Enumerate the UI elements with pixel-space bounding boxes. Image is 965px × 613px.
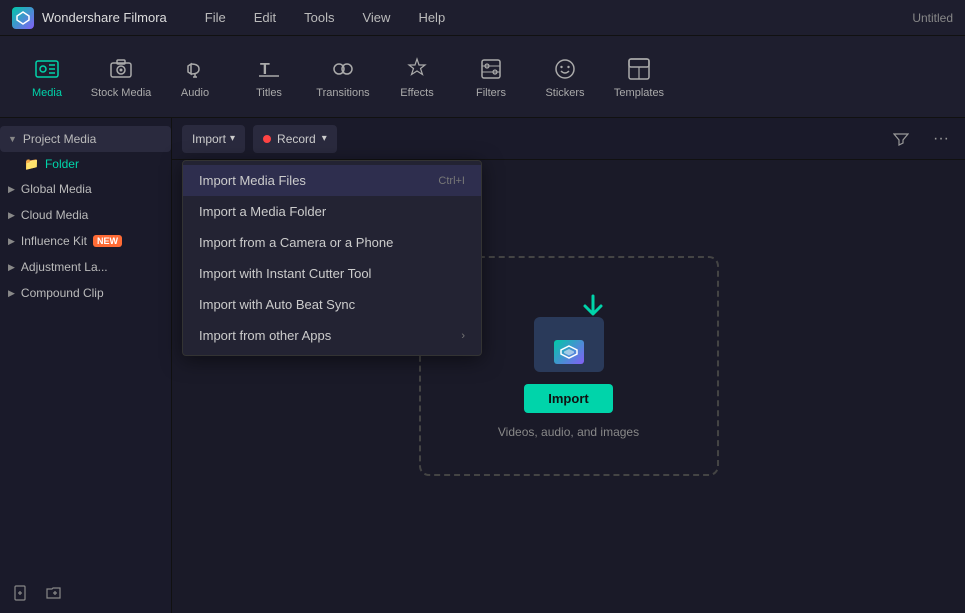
templates-icon	[625, 55, 653, 83]
adjustment-layer-label: Adjustment La...	[21, 260, 108, 274]
global-media-label: Global Media	[21, 182, 92, 196]
chevron-right-icon5: ▶	[8, 288, 15, 299]
import-button[interactable]: Import ▾	[182, 125, 245, 153]
menu-file[interactable]: File	[195, 6, 236, 29]
drop-description: Videos, audio, and images	[498, 425, 639, 439]
chevron-right-icon4: ▶	[8, 262, 15, 273]
toolbar-audio-label: Audio	[181, 87, 209, 99]
titles-icon: T	[255, 55, 283, 83]
stock-media-icon	[107, 55, 135, 83]
sidebar-item-adjustment-layer[interactable]: ▶ Adjustment La...	[0, 254, 171, 280]
filter-button[interactable]	[887, 125, 915, 153]
stickers-icon	[551, 55, 579, 83]
sidebar-item-cloud-media[interactable]: ▶ Cloud Media	[0, 202, 171, 228]
compound-clip-label: Compound Clip	[21, 286, 104, 300]
sidebar-item-folder[interactable]: 📁 Folder	[0, 152, 171, 176]
cloud-media-label: Cloud Media	[21, 208, 88, 222]
record-button[interactable]: Record ▾	[253, 125, 337, 153]
toolbar-titles-label: Titles	[256, 87, 282, 99]
toolbar: Media Stock Media Audio T	[0, 36, 965, 118]
import-menu-item-camera[interactable]: Import from a Camera or a Phone	[183, 227, 481, 258]
import-dropdown-menu: Import Media Files Ctrl+I Import a Media…	[182, 160, 482, 356]
media-icon	[33, 55, 61, 83]
toolbar-effects-label: Effects	[400, 87, 433, 99]
sidebar-item-global-media[interactable]: ▶ Global Media	[0, 176, 171, 202]
folder-label: Folder	[45, 157, 79, 171]
import-label: Import	[192, 132, 226, 146]
main-area: ▼ Project Media 📁 Folder ▶ Global Media …	[0, 118, 965, 613]
filters-icon	[477, 55, 505, 83]
sidebar-item-influence-kit[interactable]: ▶ Influence Kit NEW	[0, 228, 171, 254]
toolbar-stickers-label: Stickers	[545, 87, 584, 99]
toolbar-stock-media-label: Stock Media	[91, 87, 152, 99]
record-label: Record	[277, 132, 316, 146]
toolbar-media[interactable]: Media	[10, 42, 84, 112]
menu-view[interactable]: View	[352, 6, 400, 29]
import-files-label: Import Media Files	[199, 173, 306, 188]
chevron-right-icon: ▶	[8, 184, 15, 195]
toolbar-stock-media[interactable]: Stock Media	[84, 42, 158, 112]
import-files-shortcut: Ctrl+I	[438, 175, 465, 187]
import-menu-item-instant[interactable]: Import with Instant Cutter Tool	[183, 258, 481, 289]
record-dropdown-icon: ▾	[322, 133, 327, 144]
drop-icon-container	[529, 292, 609, 372]
add-file-button[interactable]	[10, 581, 34, 605]
record-dot-icon	[263, 135, 271, 143]
app-name-label: Wondershare Filmora	[42, 10, 167, 25]
toolbar-filters-label: Filters	[476, 87, 506, 99]
import-center-button[interactable]: Import	[524, 384, 612, 413]
import-instant-label: Import with Instant Cutter Tool	[199, 266, 371, 281]
toolbar-transitions-label: Transitions	[316, 87, 369, 99]
new-badge: NEW	[93, 235, 122, 247]
import-menu-item-folder[interactable]: Import a Media Folder	[183, 196, 481, 227]
import-menu-item-files[interactable]: Import Media Files Ctrl+I	[183, 165, 481, 196]
title-bar: Wondershare Filmora File Edit Tools View…	[0, 0, 965, 36]
content-area: Import ▾ Record ▾ ··· Import Media Files…	[172, 118, 965, 613]
project-media-label: Project Media	[23, 132, 96, 146]
more-options-button[interactable]: ···	[927, 125, 955, 153]
import-other-apps-label: Import from other Apps	[199, 328, 331, 343]
sidebar: ▼ Project Media 📁 Folder ▶ Global Media …	[0, 118, 172, 613]
chevron-down-icon: ▼	[8, 134, 17, 144]
download-arrow-icon	[577, 292, 609, 331]
toolbar-templates-label: Templates	[614, 87, 664, 99]
import-dropdown-icon: ▾	[230, 133, 235, 144]
import-bar: Import ▾ Record ▾ ···	[172, 118, 965, 160]
menu-edit[interactable]: Edit	[244, 6, 286, 29]
window-title: Untitled	[912, 11, 953, 25]
filmora-small-icon	[554, 340, 584, 364]
toolbar-effects[interactable]: Effects	[380, 42, 454, 112]
toolbar-templates[interactable]: Templates	[602, 42, 676, 112]
menu-tools[interactable]: Tools	[294, 6, 344, 29]
transitions-icon	[329, 55, 357, 83]
audio-icon	[181, 55, 209, 83]
import-center-label: Import	[548, 391, 588, 406]
toolbar-titles[interactable]: T Titles	[232, 42, 306, 112]
import-menu-item-other-apps[interactable]: Import from other Apps ›	[183, 320, 481, 351]
menu-help[interactable]: Help	[408, 6, 455, 29]
import-folder-label: Import a Media Folder	[199, 204, 326, 219]
chevron-right-icon3: ▶	[8, 236, 15, 247]
toolbar-transitions[interactable]: Transitions	[306, 42, 380, 112]
app-logo	[12, 7, 34, 29]
add-folder-button[interactable]	[42, 581, 66, 605]
sidebar-item-project-media[interactable]: ▼ Project Media	[0, 126, 171, 152]
toolbar-media-label: Media	[32, 87, 62, 99]
toolbar-stickers[interactable]: Stickers	[528, 42, 602, 112]
sidebar-item-compound-clip[interactable]: ▶ Compound Clip	[0, 280, 171, 306]
toolbar-filters[interactable]: Filters	[454, 42, 528, 112]
toolbar-audio[interactable]: Audio	[158, 42, 232, 112]
folder-icon: 📁	[24, 157, 39, 171]
import-auto-beat-label: Import with Auto Beat Sync	[199, 297, 355, 312]
import-menu-item-auto-beat[interactable]: Import with Auto Beat Sync	[183, 289, 481, 320]
submenu-arrow-icon: ›	[461, 330, 465, 342]
chevron-right-icon2: ▶	[8, 210, 15, 221]
import-camera-label: Import from a Camera or a Phone	[199, 235, 393, 250]
influence-kit-label: Influence Kit	[21, 234, 87, 248]
effects-icon	[403, 55, 431, 83]
